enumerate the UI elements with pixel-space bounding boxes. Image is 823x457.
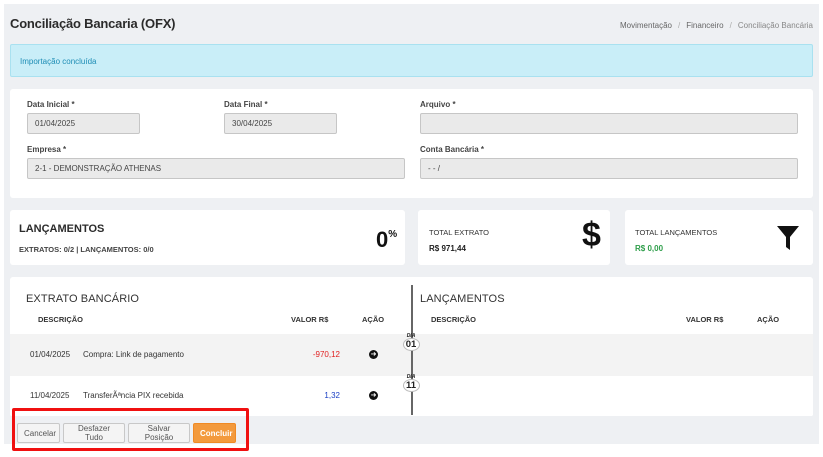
row-date: 11/04/2025 [30, 391, 70, 400]
breadcrumb-item[interactable]: Movimentação [620, 21, 672, 30]
extrato-col-acao: AÇÃO [362, 315, 385, 324]
success-alert: Importação concluída [10, 44, 813, 77]
breadcrumb: Movimentação / Financeiro / Conciliação … [620, 21, 813, 30]
lancamentos-summary-card: LANÇAMENTOS EXTRATOS: 0/2 | LANÇAMENTOS:… [10, 210, 405, 265]
data-final-input[interactable]: 30/04/2025 [224, 113, 337, 134]
lancamentos-summary-counts: EXTRATOS: 0/2 | LANÇAMENTOS: 0/0 [19, 245, 154, 254]
page-title: Conciliação Bancaria (OFX) [10, 16, 176, 31]
day-number: 11 [402, 379, 420, 392]
breadcrumb-separator: / [678, 21, 681, 30]
total-lancamentos-label: TOTAL LANÇAMENTOS [635, 228, 718, 237]
data-inicial-label: Data Inicial * [27, 100, 75, 109]
empresa-select[interactable]: 2-1 - DEMONSTRAÇÃO ATHENAS [27, 158, 405, 179]
total-extrato-label: TOTAL EXTRATO [429, 228, 490, 237]
data-final-label: Data Final * [224, 100, 268, 109]
highlight-box [12, 408, 249, 451]
total-lancamentos-value: R$ 0,00 [635, 244, 664, 253]
total-extrato-value: R$ 971,44 [429, 244, 466, 253]
alert-message: Importação concluída [20, 57, 97, 66]
conta-bancaria-select[interactable]: - - / [420, 158, 798, 179]
progress-percent: 0% [376, 227, 397, 253]
row-value: 1,32 [324, 391, 340, 400]
lancamentos-summary-title: LANÇAMENTOS [19, 223, 105, 235]
conta-bancaria-label: Conta Bancária * [420, 145, 485, 154]
row-description: Compra: Link de pagamento [83, 350, 184, 359]
total-extrato-card: TOTAL EXTRATO R$ 971,44 $ [418, 210, 610, 265]
percent-sign: % [388, 229, 398, 240]
arquivo-input[interactable] [420, 113, 798, 134]
lancamentos-col-descricao: DESCRIÇÃO [431, 315, 477, 324]
day-marker: DIA 01 [402, 333, 420, 351]
arquivo-label: Arquivo * [420, 100, 456, 109]
dollar-icon: $ [582, 216, 601, 254]
data-inicial-input[interactable]: 01/04/2025 [27, 113, 140, 134]
progress-percent-value: 0 [376, 227, 389, 252]
extrato-title: EXTRATO BANCÁRIO [26, 293, 140, 305]
reconciliation-card: EXTRATO BANCÁRIO DESCRIÇÃO VALOR R$ AÇÃO… [10, 277, 813, 417]
arrow-right-circle-icon[interactable]: ➜ [369, 391, 378, 400]
extrato-col-descricao: DESCRIÇÃO [38, 315, 84, 324]
lancamentos-col-valor: VALOR R$ [686, 315, 724, 324]
breadcrumb-item[interactable]: Financeiro [686, 21, 723, 30]
filter-form-card: Data Inicial * 01/04/2025 Data Final * 3… [10, 89, 813, 198]
breadcrumb-separator: / [729, 21, 732, 30]
row-value: -970,12 [312, 350, 340, 359]
breadcrumb-current: Conciliação Bancária [737, 21, 813, 30]
arrow-right-circle-icon[interactable]: ➜ [369, 350, 378, 359]
day-marker: DIA 11 [402, 374, 420, 392]
filter-icon [777, 226, 799, 250]
day-number: 01 [402, 338, 420, 351]
empresa-label: Empresa * [27, 145, 67, 154]
total-lancamentos-card: TOTAL LANÇAMENTOS R$ 0,00 [625, 210, 813, 265]
lancamentos-title: LANÇAMENTOS [420, 293, 505, 305]
lancamentos-col-acao: AÇÃO [757, 315, 780, 324]
row-description: TransferÃªncia PIX recebida [83, 391, 184, 400]
row-date: 01/04/2025 [30, 350, 71, 359]
extrato-col-valor: VALOR R$ [291, 315, 329, 324]
